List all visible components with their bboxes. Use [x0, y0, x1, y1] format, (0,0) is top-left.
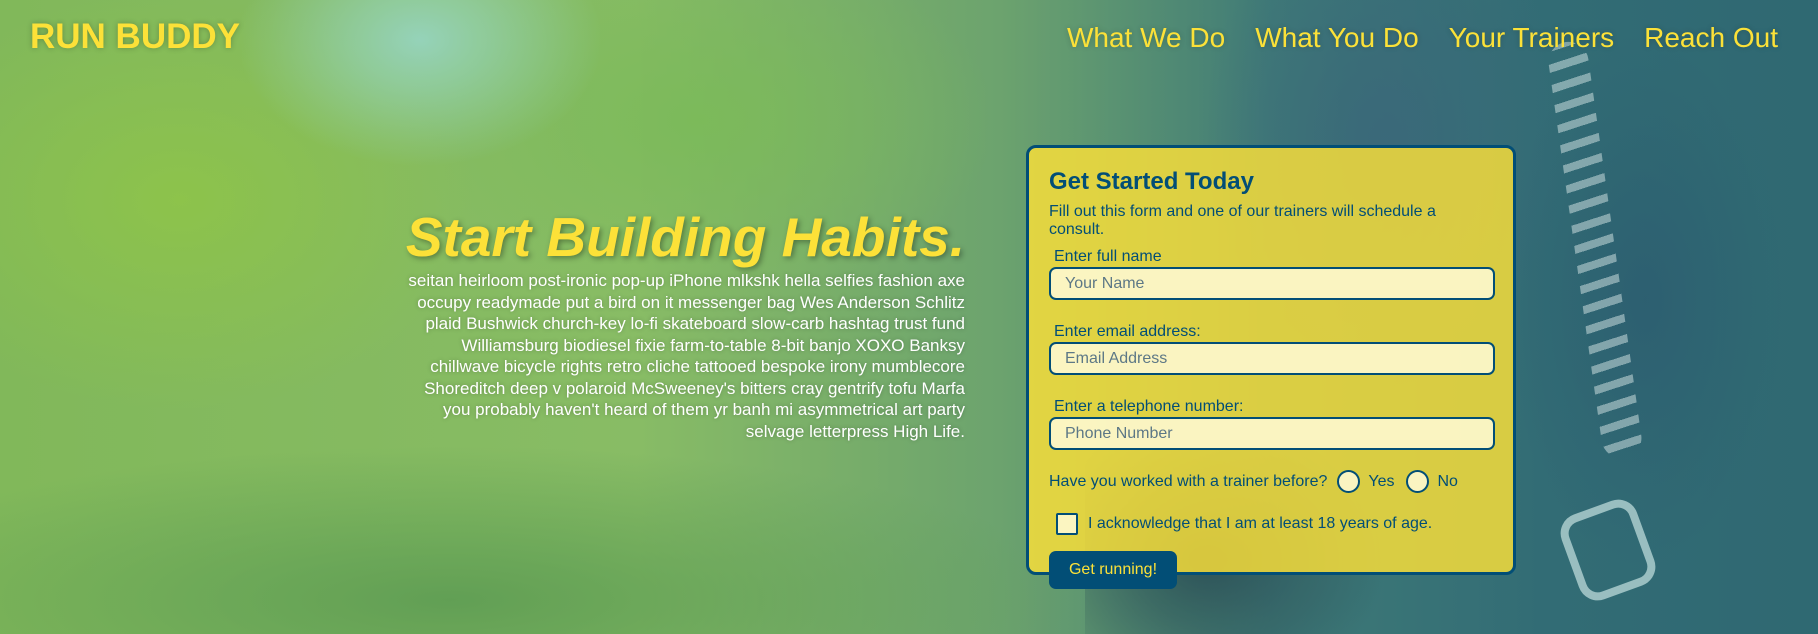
- nav-link-reach-out[interactable]: Reach Out: [1644, 22, 1778, 54]
- hero-body-line: occupy readymade put a bird on it messen…: [417, 292, 965, 312]
- trainer-no-radio[interactable]: [1406, 470, 1430, 493]
- name-label: Enter full name: [1054, 248, 1162, 265]
- hero-body-line: Shoreditch deep v polaroid McSweeney's b…: [424, 378, 965, 398]
- hero-body-line: Williamsburg biodiesel fixie farm-to-tab…: [461, 335, 965, 355]
- site-header: RUN BUDDY What We Do What You Do Your Tr…: [0, 0, 1818, 80]
- main-nav: What We Do What You Do Your Trainers Rea…: [1067, 22, 1778, 54]
- signup-form: Get Started Today Fill out this form and…: [1026, 145, 1516, 589]
- email-label: Enter email address:: [1054, 323, 1201, 340]
- email-input[interactable]: [1049, 342, 1495, 375]
- nav-link-what-we-do[interactable]: What We Do: [1067, 22, 1225, 54]
- age-acknowledge-row: I acknowledge that I am at least 18 year…: [1056, 513, 1493, 535]
- hero-title: Start Building Habits.: [405, 206, 965, 268]
- hero-body-line: you probably haven't heard of them yr ba…: [443, 400, 965, 419]
- trainer-question-label: Have you worked with a trainer before?: [1049, 472, 1328, 490]
- form-title: Get Started Today: [1049, 168, 1254, 195]
- age-acknowledge-label: I acknowledge that I am at least 18 year…: [1088, 515, 1433, 532]
- name-input[interactable]: [1049, 267, 1495, 300]
- hero-body-line: chillwave bicycle rights retro cliche ta…: [430, 357, 965, 376]
- hero-body-line: seitan heirloom post-ironic pop-up iPhon…: [408, 271, 965, 290]
- trainer-question-row: Have you worked with a trainer before? Y…: [1049, 470, 1493, 493]
- trainer-yes-label: Yes: [1368, 472, 1395, 490]
- trainer-no-label: No: [1437, 472, 1458, 490]
- phone-label: Enter a telephone number:: [1054, 398, 1244, 415]
- hero-body-line: selvage letterpress High Life.: [745, 421, 965, 441]
- nav-link-what-you-do[interactable]: What You Do: [1255, 22, 1418, 54]
- submit-button[interactable]: Get running!: [1049, 551, 1177, 589]
- hero-body: seitan heirloom post-ironic pop-up iPhon…: [360, 270, 965, 442]
- hero-body-line: plaid Bushwick church-key lo-fi skateboa…: [425, 314, 965, 333]
- trainer-yes-radio[interactable]: [1337, 470, 1361, 493]
- hero-section: Start Building Habits. seitan heirloom p…: [360, 206, 965, 442]
- nav-link-your-trainers[interactable]: Your Trainers: [1449, 22, 1615, 54]
- site-logo[interactable]: RUN BUDDY: [30, 17, 240, 57]
- phone-input[interactable]: [1049, 417, 1495, 450]
- form-subtitle: Fill out this form and one of our traine…: [1049, 203, 1436, 238]
- age-acknowledge-checkbox[interactable]: [1056, 513, 1078, 535]
